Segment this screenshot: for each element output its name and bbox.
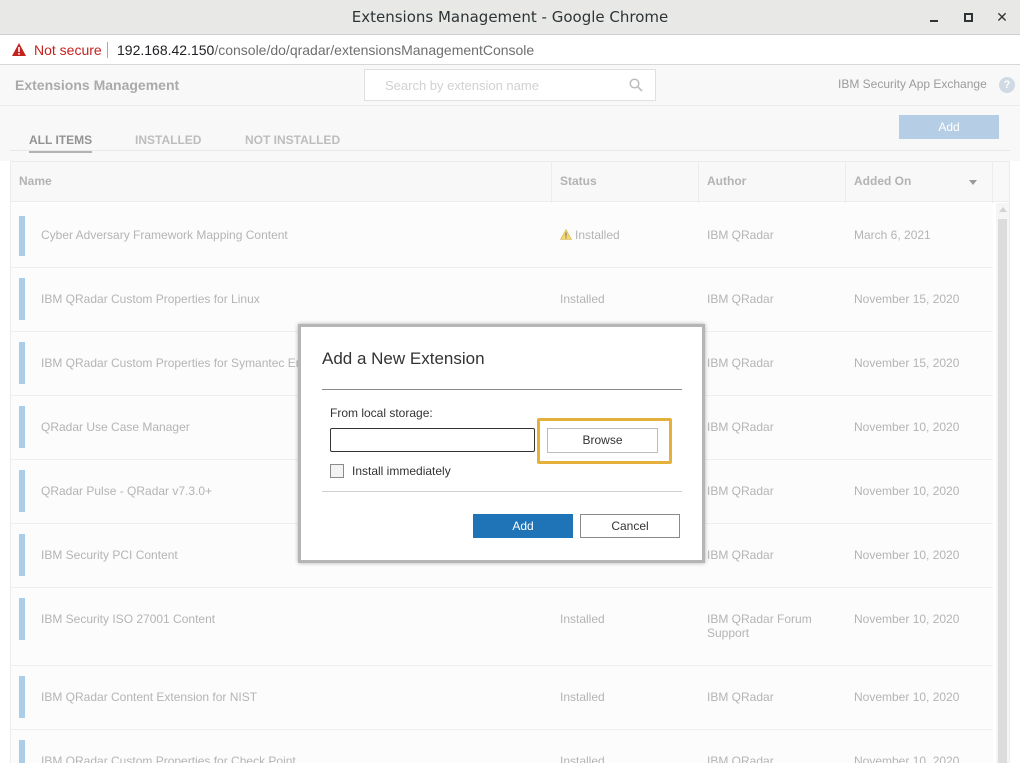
dialog-cancel-button[interactable]: Cancel	[580, 514, 680, 538]
close-icon: ✕	[996, 9, 1008, 25]
file-path-input[interactable]	[330, 428, 535, 452]
not-secure-label[interactable]: Not secure	[34, 42, 102, 58]
browse-button[interactable]: Browse	[547, 428, 658, 453]
install-immediately-label[interactable]: Install immediately	[352, 464, 451, 478]
dialog-add-button[interactable]: Add	[473, 514, 573, 538]
warning-triangle-icon	[12, 43, 26, 56]
window-title: Extensions Management - Google Chrome	[351, 8, 669, 26]
dialog-divider	[322, 389, 682, 390]
install-immediately-checkbox[interactable]	[330, 464, 344, 478]
url-path: /console/do/qradar/extensionsManagementC…	[214, 42, 535, 58]
minimize-icon	[930, 20, 938, 22]
maximize-button[interactable]	[956, 6, 980, 28]
dialog-footer-divider	[322, 491, 682, 492]
address-separator	[107, 42, 108, 58]
address-bar[interactable]: Not secure 192.168.42.150/console/do/qra…	[0, 35, 1020, 65]
maximize-icon	[963, 13, 973, 22]
window-titlebar: Extensions Management - Google Chrome ✕	[0, 0, 1020, 35]
close-window-button[interactable]: ✕	[990, 6, 1014, 28]
minimize-button[interactable]	[922, 6, 946, 28]
url-text[interactable]: 192.168.42.150/console/do/qradar/extensi…	[117, 42, 534, 58]
local-storage-label: From local storage:	[330, 406, 433, 420]
dialog-title: Add a New Extension	[322, 349, 485, 368]
add-extension-dialog: Add a New Extension From local storage: …	[298, 324, 705, 563]
url-host: 192.168.42.150	[117, 42, 215, 58]
